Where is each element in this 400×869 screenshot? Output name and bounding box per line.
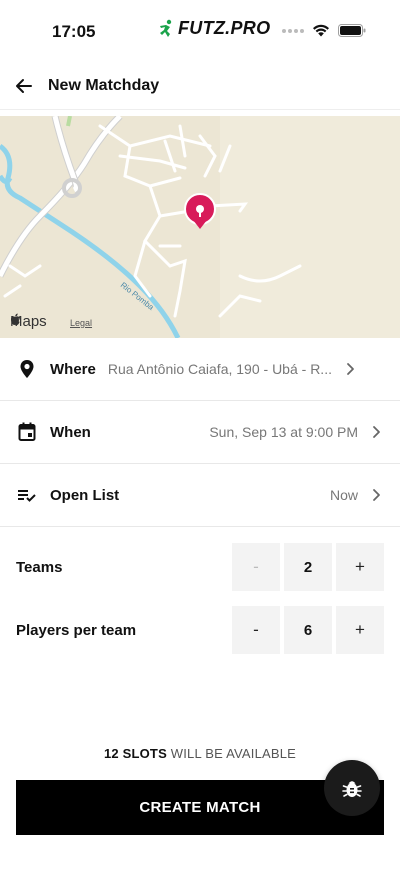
where-value: Rua Antônio Caiafa, 190 - Ubá - R... [107, 361, 332, 377]
app-header: New Matchday [0, 62, 400, 110]
teams-decrement-button[interactable]: - [232, 543, 280, 591]
location-pin-icon [16, 358, 38, 380]
slots-count: 12 SLOTS [103, 746, 167, 761]
battery-icon [338, 24, 366, 37]
list-check-icon [16, 484, 38, 506]
players-decrement-button[interactable]: - [232, 606, 280, 654]
status-indicators [282, 24, 366, 37]
chevron-right-icon [366, 485, 386, 505]
debug-fab-button[interactable] [324, 760, 380, 816]
page-title: New Matchday [48, 76, 160, 94]
teams-increment-button[interactable]: + [336, 543, 384, 591]
chevron-right-icon [366, 422, 386, 442]
when-value: Sun, Sep 13 at 9:00 PM [209, 424, 358, 440]
players-stepper: - 6 + [232, 606, 384, 654]
arrow-left-icon [16, 78, 32, 93]
chevron-right-icon [340, 359, 360, 379]
teams-stepper-row: Teams - 2 + [0, 542, 400, 592]
map-canvas: Rio Pomba [0, 116, 400, 338]
bug-icon [342, 781, 362, 797]
legal-link[interactable]: Legal [70, 318, 92, 328]
cell-signal-icon [282, 28, 304, 33]
slots-text: WILL BE AVAILABLE [166, 746, 297, 761]
where-row[interactable]: Where Rua Antônio Caiafa, 190 - Ubá - R.… [0, 338, 400, 401]
when-row[interactable]: When Sun, Sep 13 at 9:00 PM [0, 401, 400, 464]
open-list-label: Open List [50, 486, 120, 504]
calendar-icon [16, 421, 38, 443]
where-label: Where [50, 360, 96, 378]
teams-stepper: - 2 + [232, 543, 384, 591]
status-time: 17:05 [52, 22, 96, 41]
when-label: When [50, 423, 91, 441]
back-button[interactable] [12, 74, 36, 98]
teams-value: 2 [284, 543, 332, 591]
open-list-value: Now [329, 487, 358, 503]
location-map[interactable]: Rio Pomba Maps Legal [0, 116, 400, 338]
players-increment-button[interactable]: + [336, 606, 384, 654]
maps-attribution: Maps [10, 313, 47, 330]
runner-icon [160, 19, 172, 37]
teams-label: Teams [16, 558, 63, 576]
brand-name: FUTZ.PRO [178, 18, 271, 38]
brand-logo: FUTZ.PRO [156, 18, 270, 39]
players-value: 6 [284, 606, 332, 654]
players-stepper-row: Players per team - 6 + [0, 605, 400, 655]
slots-info: 12 SLOTS WILL BE AVAILABLE [0, 746, 400, 761]
status-bar: 17:05 FUTZ.PRO [0, 0, 400, 60]
players-per-team-label: Players per team [16, 621, 137, 639]
wifi-icon [313, 24, 329, 37]
apple-logo-icon [11, 313, 20, 325]
open-list-row[interactable]: Open List Now [0, 464, 400, 527]
